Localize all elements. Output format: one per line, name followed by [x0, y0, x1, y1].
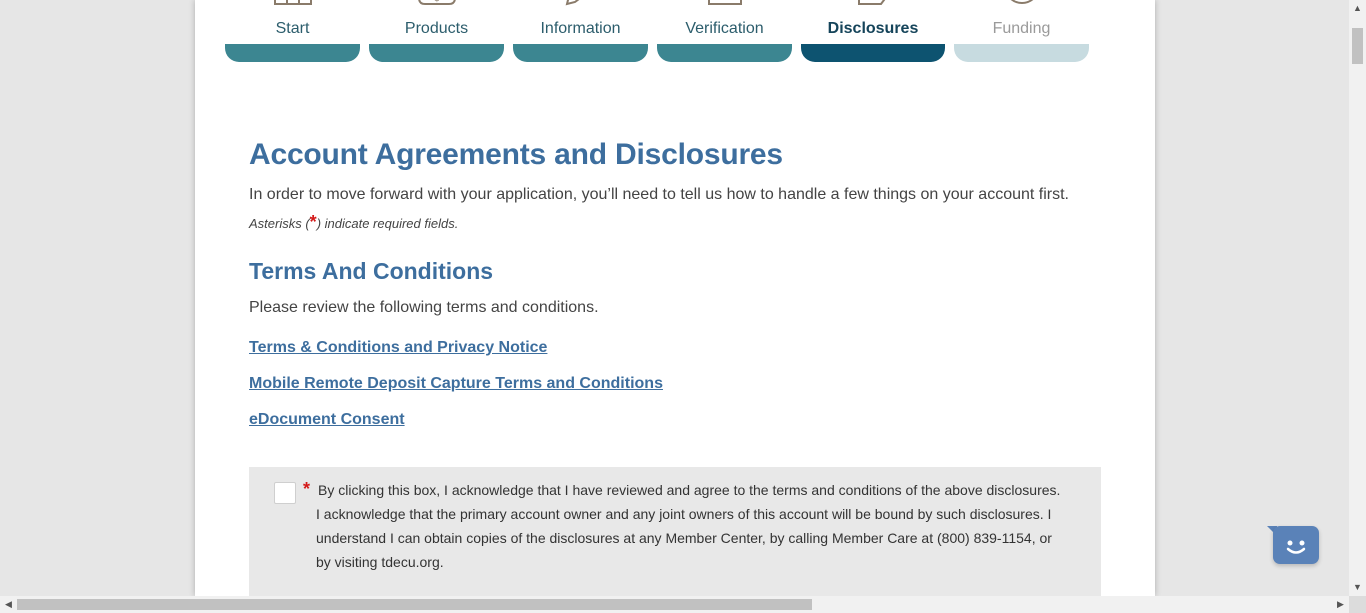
step-label: Disclosures — [827, 20, 919, 37]
step-label: Verification — [685, 20, 764, 37]
step-bar — [225, 44, 360, 62]
required-asterisk-icon: * — [303, 479, 311, 499]
acknowledgement-text: By clicking this box, I acknowledge that… — [316, 482, 1061, 570]
id-card-icon — [705, 0, 745, 21]
vertical-scroll-thumb[interactable] — [1352, 28, 1363, 64]
intro-text: In order to move forward with your appli… — [249, 186, 1069, 203]
page-title: Account Agreements and Disclosures — [249, 138, 783, 171]
horizontal-scroll-thumb[interactable] — [17, 599, 812, 610]
step-verification[interactable]: Verification — [657, 0, 792, 62]
required-note-prefix: Asterisks ( — [249, 216, 310, 231]
chat-smiley-icon — [1273, 526, 1319, 564]
application-page: Start $ Products Information Verificatio… — [195, 0, 1155, 596]
step-products[interactable]: $ Products — [369, 0, 504, 62]
step-bar — [369, 44, 504, 62]
step-bar — [513, 44, 648, 62]
svg-text:$: $ — [434, 0, 440, 4]
mobile-deposit-terms-link[interactable]: Mobile Remote Deposit Capture Terms and … — [249, 375, 663, 393]
required-fields-note: Asterisks (*) indicate required fields. — [249, 212, 458, 233]
step-funding: Funding — [954, 0, 1089, 62]
acknowledgement-box: * By clicking this box, I acknowledge th… — [249, 467, 1101, 596]
pencil-icon — [561, 0, 601, 21]
terms-description: Please review the following terms and co… — [249, 299, 599, 316]
scroll-down-icon[interactable]: ▼ — [1349, 579, 1366, 596]
scroll-right-icon[interactable]: ▶ — [1332, 596, 1349, 613]
required-note-suffix: ) indicate required fields. — [316, 216, 459, 231]
step-disclosures[interactable]: Disclosures — [801, 0, 945, 62]
step-start[interactable]: Start — [225, 0, 360, 62]
step-information[interactable]: Information — [513, 0, 648, 62]
terms-section-title: Terms And Conditions — [249, 258, 494, 284]
step-label: Start — [275, 20, 310, 37]
dollar-card-icon: $ — [417, 0, 457, 21]
scroll-up-icon[interactable]: ▲ — [1349, 0, 1366, 17]
step-label: Funding — [992, 20, 1051, 37]
step-bar — [801, 44, 945, 62]
scrollbar-corner — [1349, 596, 1366, 613]
terms-privacy-link[interactable]: Terms & Conditions and Privacy Notice — [249, 339, 547, 357]
step-label: Products — [404, 20, 469, 37]
document-icon — [853, 0, 893, 21]
step-bar — [954, 44, 1089, 62]
acknowledgement-checkbox[interactable] — [274, 482, 296, 504]
chat-widget-button[interactable] — [1267, 523, 1319, 565]
step-label: Information — [540, 20, 621, 37]
scroll-left-icon[interactable]: ◀ — [0, 596, 17, 613]
horizontal-scrollbar[interactable]: ◀ ▶ — [0, 596, 1349, 613]
vertical-scrollbar[interactable]: ▲ ▼ — [1349, 0, 1366, 596]
step-bar — [657, 44, 792, 62]
bank-icon — [273, 0, 313, 21]
required-asterisk-icon: * — [309, 212, 317, 232]
plus-circle-icon — [1002, 0, 1042, 21]
edocument-consent-link[interactable]: eDocument Consent — [249, 411, 405, 429]
